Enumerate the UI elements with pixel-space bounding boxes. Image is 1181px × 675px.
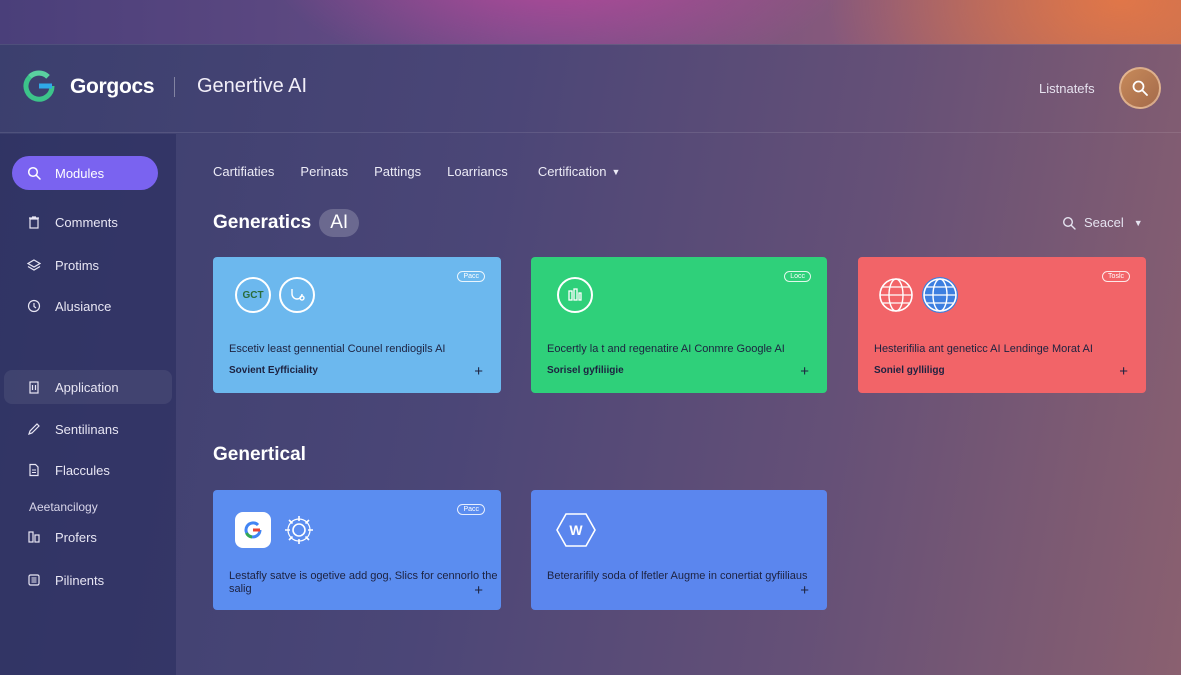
add-button[interactable]: + xyxy=(474,363,483,380)
gct-badge-icon: GCT xyxy=(235,277,271,313)
globe-icon xyxy=(878,277,914,313)
search-icon xyxy=(26,165,42,181)
section-title-genertical: Genertical xyxy=(213,444,306,466)
sidebar-item-label: Modules xyxy=(55,165,105,181)
card-badge: Pacc xyxy=(457,271,485,282)
card-subtitle: Sorisel gyfiliigie xyxy=(547,365,624,376)
tab-bar: Cartifiaties Perinats Pattings Loarrianc… xyxy=(213,164,646,179)
sidebar-item-profers[interactable]: Profers xyxy=(12,520,158,554)
list-icon xyxy=(26,572,42,588)
search-label: Seacel xyxy=(1084,215,1124,230)
card-badge: Toslc xyxy=(1102,271,1130,282)
sidebar-item-pilinents[interactable]: Pilinents xyxy=(12,563,158,597)
section-title-text: Genertical xyxy=(213,444,306,465)
card-escetiv[interactable]: GCT Pacc Escetiv least gennential Counel… xyxy=(213,257,501,393)
ai-pill-badge: AI xyxy=(319,209,360,237)
sidebar-section-label: Aeetancilogy xyxy=(29,500,98,514)
caret-down-icon: ▼ xyxy=(1133,217,1143,228)
tab-perinats[interactable]: Perinats xyxy=(300,164,348,179)
search-dropdown[interactable]: Seacel ▼ xyxy=(1062,215,1143,230)
add-button[interactable]: + xyxy=(800,363,809,380)
pencil-icon xyxy=(26,421,42,437)
search-icon xyxy=(1062,216,1076,230)
columns-icon xyxy=(26,529,42,545)
tab-cartifiaties[interactable]: Cartifiaties xyxy=(213,164,274,179)
card-description: Eocertly la t and regenatire AI Conmre G… xyxy=(547,343,785,355)
sidebar-item-comments[interactable]: Comments xyxy=(12,205,158,239)
header: Gorgocs Genertive AI Listnatefs xyxy=(0,45,1181,133)
card-subtitle: Soniel gylliligg xyxy=(874,365,945,376)
sidebar-item-label: Comments xyxy=(55,214,118,230)
card-subtitle: Sovient Eyfficiality xyxy=(229,365,318,376)
card-beterarifily[interactable]: W Beterarifily soda of lfetler Augme in … xyxy=(531,490,827,610)
tab-label: Certification xyxy=(537,164,607,179)
search-avatar-button[interactable] xyxy=(1119,67,1161,109)
card-description: Hesterifilia ant geneticc AI Lendinge Mo… xyxy=(874,343,1093,355)
add-button[interactable]: + xyxy=(474,582,483,599)
card-badge: Locc xyxy=(784,271,811,282)
sidebar-item-sentilinans[interactable]: Sentilinans xyxy=(12,412,158,446)
sidebar-item-label: Pilinents xyxy=(55,572,105,588)
sidebar-item-flaccules[interactable]: Flaccules xyxy=(12,453,158,487)
sidebar-item-label: Flaccules xyxy=(55,462,110,478)
google-logo-icon[interactable] xyxy=(22,69,56,103)
card-eocertly[interactable]: Locc Eocertly la t and regenatire AI Con… xyxy=(531,257,827,393)
sidebar-item-application[interactable]: Application xyxy=(4,370,172,404)
app-window: Gorgocs Genertive AI Listnatefs Modules … xyxy=(0,44,1181,675)
page-title: Genertive AI xyxy=(197,75,308,97)
tab-loarriancs[interactable]: Loarriancs xyxy=(447,164,508,179)
card-description: Beterarifily soda of lfetler Augme in co… xyxy=(547,570,808,582)
tab-pattings[interactable]: Pattings xyxy=(374,164,421,179)
sidebar: Modules Comments Protims Alusiance Appli… xyxy=(0,134,176,675)
sidebar-item-modules[interactable]: Modules xyxy=(12,156,158,190)
stethoscope-icon xyxy=(279,277,315,313)
building-icon xyxy=(26,379,42,395)
add-button[interactable]: + xyxy=(1119,363,1128,380)
trash-icon xyxy=(26,214,42,230)
globe-blue-icon xyxy=(922,277,958,313)
sidebar-item-label: Application xyxy=(55,379,119,395)
section-title-text: Generatics xyxy=(213,212,312,233)
section-title-generatics: Generatics AI xyxy=(213,209,360,237)
sidebar-item-label: Alusiance xyxy=(55,298,112,314)
hexagon-w-icon: W xyxy=(555,512,597,548)
tab-certification-dropdown[interactable]: Certification ▼ xyxy=(538,164,621,179)
card-description: Lestafly satve is ogetive add gog, Slics… xyxy=(229,570,498,595)
add-button[interactable]: + xyxy=(800,582,809,599)
card-description: Escetiv least gennential Counel rendiogi… xyxy=(229,343,446,355)
chart-bars-icon xyxy=(557,277,593,313)
gear-icon xyxy=(281,512,317,548)
sidebar-item-label: Profers xyxy=(55,529,97,545)
brand-name[interactable]: Gorgocs xyxy=(70,75,155,99)
card-lestafly[interactable]: Pacc Lestafly satve is ogetive add gog, … xyxy=(213,490,501,610)
sidebar-item-label: Protims xyxy=(55,257,100,273)
sidebar-item-protims[interactable]: Protims xyxy=(12,248,158,282)
google-app-icon xyxy=(235,512,271,548)
clock-icon xyxy=(26,298,42,314)
sidebar-item-alusiance[interactable]: Alusiance xyxy=(12,289,158,323)
card-badge: Pacc xyxy=(457,504,485,515)
document-icon xyxy=(26,462,42,478)
sidebar-item-label: Sentilinans xyxy=(55,421,119,437)
card-hesterifilia[interactable]: Toslc Hesterifilia ant geneticc AI Lendi… xyxy=(858,257,1146,393)
search-icon xyxy=(1132,80,1148,96)
caret-down-icon: ▼ xyxy=(611,166,621,177)
layers-icon xyxy=(26,257,42,273)
header-link[interactable]: Listnatefs xyxy=(1039,81,1095,96)
header-divider xyxy=(174,77,175,97)
